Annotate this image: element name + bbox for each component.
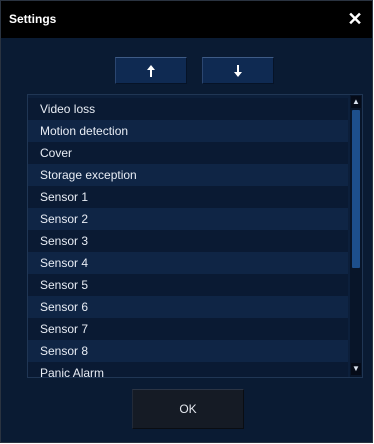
list-item[interactable]: Sensor 1 bbox=[28, 186, 348, 208]
list-item[interactable]: Panic Alarm bbox=[28, 362, 348, 377]
list-item[interactable]: Sensor 4 bbox=[28, 252, 348, 274]
list-item[interactable]: Sensor 5 bbox=[28, 274, 348, 296]
list-item[interactable]: Sensor 7 bbox=[28, 318, 348, 340]
list-item[interactable]: Cover bbox=[28, 142, 348, 164]
arrow-up-icon bbox=[147, 65, 155, 77]
list-item[interactable]: Sensor 2 bbox=[28, 208, 348, 230]
list-item[interactable]: Sensor 6 bbox=[28, 296, 348, 318]
scroll-up-icon[interactable]: ▲ bbox=[351, 96, 361, 108]
settings-dialog: Settings ✕ Video loss Motion detection C… bbox=[0, 0, 373, 443]
ok-button[interactable]: OK bbox=[132, 389, 244, 429]
title-bar: Settings ✕ bbox=[1, 1, 372, 38]
dialog-title: Settings bbox=[9, 12, 57, 26]
event-list[interactable]: Video loss Motion detection Cover Storag… bbox=[27, 94, 363, 378]
list-item[interactable]: Storage exception bbox=[28, 164, 348, 186]
list-item[interactable]: Motion detection bbox=[28, 120, 348, 142]
list-item[interactable]: Sensor 8 bbox=[28, 340, 348, 362]
event-list-rows: Video loss Motion detection Cover Storag… bbox=[28, 98, 348, 377]
arrow-down-icon bbox=[234, 65, 242, 77]
scroll-thumb[interactable] bbox=[352, 110, 360, 268]
list-item[interactable]: Sensor 3 bbox=[28, 230, 348, 252]
move-down-button[interactable] bbox=[202, 57, 274, 84]
close-icon[interactable]: ✕ bbox=[345, 9, 365, 29]
scroll-down-icon[interactable]: ▼ bbox=[351, 363, 361, 375]
list-item[interactable]: Video loss bbox=[28, 98, 348, 120]
move-up-button[interactable] bbox=[115, 57, 187, 84]
list-scrollbar[interactable]: ▲ ▼ bbox=[350, 95, 362, 377]
